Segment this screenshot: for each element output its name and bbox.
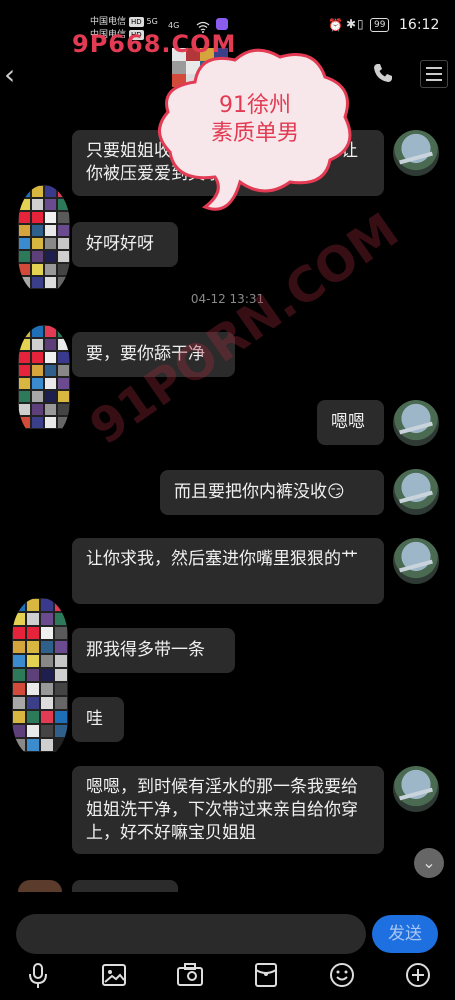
image-icon[interactable] <box>94 962 134 994</box>
contact-avatar[interactable] <box>18 185 70 295</box>
my-avatar[interactable] <box>393 469 439 515</box>
message-bubble-partial <box>72 880 178 892</box>
message-bubble[interactable]: 让你求我，然后塞进你嘴里狠狠的艹 <box>72 538 384 604</box>
network-5g-label: 5G <box>146 17 158 26</box>
my-avatar[interactable] <box>393 400 439 446</box>
my-avatar[interactable] <box>393 130 439 176</box>
red-packet-icon[interactable] <box>246 962 286 994</box>
cloud-watermark-text: 91徐州 素质单男 <box>170 92 340 148</box>
app-notification-icon <box>216 18 228 30</box>
message-input[interactable] <box>16 914 366 954</box>
message-bubble[interactable]: 嗯嗯 <box>317 400 384 445</box>
message-bubble[interactable]: 嗯嗯，到时候有淫水的那一条我要给姐姐洗干净，下次带过来亲自给你穿上，好不好嘛宝贝… <box>72 766 384 854</box>
back-arrow-icon[interactable]: ‹ <box>4 58 15 91</box>
carrier-1: 中国电信 HD 5G <box>90 16 158 28</box>
camera-icon[interactable] <box>170 962 210 994</box>
network-4g-label: 4G <box>168 21 180 30</box>
microphone-icon[interactable] <box>18 962 58 996</box>
battery-icon: 99 <box>370 18 390 32</box>
contact-avatar[interactable] <box>18 325 70 440</box>
cloud-line-2: 素质单男 <box>210 121 299 146</box>
bluetooth-icon: ✱ <box>346 17 357 31</box>
message-timestamp: 04-12 13:31 <box>190 292 265 306</box>
my-avatar[interactable] <box>393 766 439 812</box>
phone-icon[interactable] <box>372 62 394 90</box>
send-button[interactable]: 发送 <box>372 915 438 953</box>
emoji-icon[interactable] <box>322 962 362 994</box>
message-bubble[interactable]: 而且要把你内裤没收😏 <box>160 470 384 515</box>
message-bubble[interactable]: 哇 <box>72 697 124 742</box>
menu-icon[interactable] <box>420 60 448 88</box>
my-avatar[interactable] <box>393 538 439 584</box>
contact-avatar-partial <box>18 880 62 892</box>
cloud-line-1: 91徐州 <box>219 93 291 118</box>
hd-badge: HD <box>129 17 144 27</box>
message-bubble[interactable]: 那我得多带一条 <box>72 628 235 673</box>
clock: 16:12 <box>399 17 440 33</box>
scroll-down-button[interactable]: ⌄ <box>414 848 444 878</box>
carrier-1-label: 中国电信 <box>90 17 127 27</box>
message-bubble[interactable]: 好呀好呀 <box>72 222 178 267</box>
contact-avatar[interactable] <box>12 598 68 758</box>
vibrate-icon: ▯ <box>357 17 364 31</box>
plus-icon[interactable] <box>398 962 438 994</box>
alarm-icon: ⏰ <box>328 18 343 32</box>
wifi-icon <box>196 18 210 33</box>
